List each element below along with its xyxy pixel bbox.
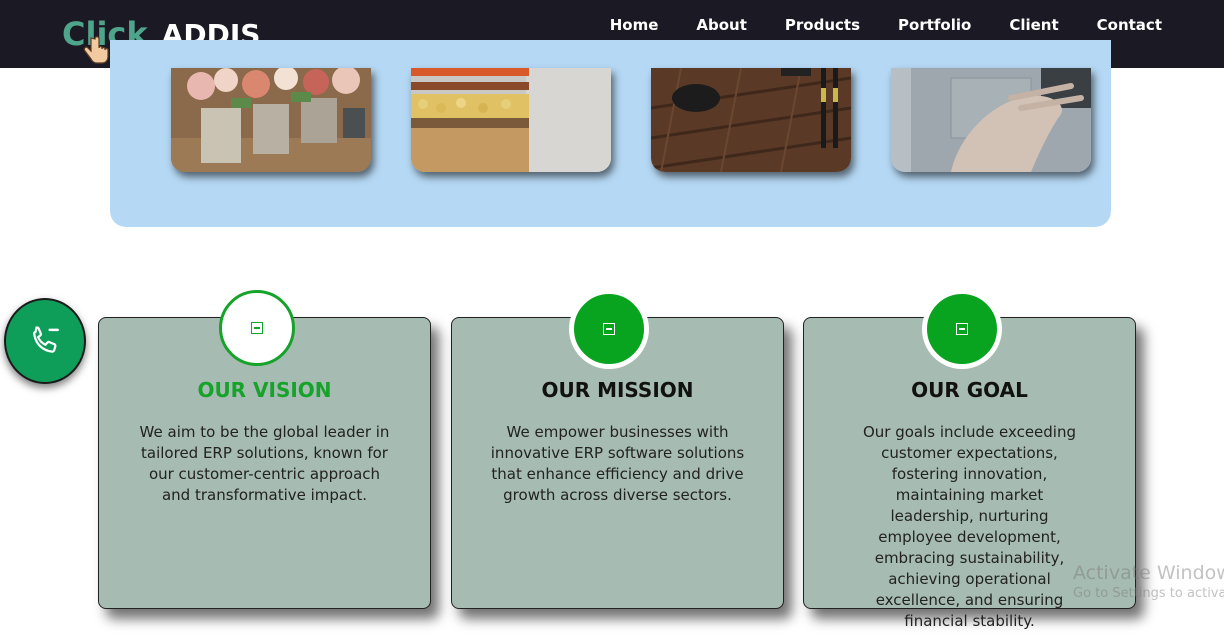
windows-activation-watermark: Activate Windows Go to Settings to activ… — [1073, 562, 1224, 601]
nav-home[interactable]: Home — [610, 16, 659, 34]
gym-floor-photo — [651, 68, 851, 172]
nav-client[interactable]: Client — [1009, 16, 1058, 34]
laptop-typing-photo — [891, 68, 1091, 172]
nav-contact[interactable]: Contact — [1097, 16, 1162, 34]
minus-square-icon — [956, 323, 968, 335]
nav-portfolio[interactable]: Portfolio — [898, 16, 971, 34]
watermark-subtitle: Go to Settings to activate Windows. — [1073, 586, 1224, 601]
main-nav: Home About Products Portfolio Client Con… — [572, 16, 1162, 34]
mission-text: We empower businesses with innovative ER… — [490, 423, 745, 504]
mission-title: OUR MISSION — [541, 378, 694, 402]
minus-square-icon — [603, 323, 615, 335]
mission-badge — [569, 289, 649, 369]
minus-square-icon — [251, 322, 263, 334]
vision-title: OUR VISION — [197, 378, 332, 402]
market-produce-photo — [411, 68, 611, 172]
phone-icon — [33, 326, 59, 353]
goal-badge — [922, 289, 1002, 369]
pointer-hand-icon — [83, 36, 109, 64]
vision-badge — [219, 290, 295, 366]
watermark-title: Activate Windows — [1073, 562, 1224, 584]
call-button[interactable] — [4, 298, 86, 384]
flower-stall-photo — [171, 68, 371, 172]
goal-title: OUR GOAL — [911, 378, 1028, 402]
vision-text: We aim to be the global leader in tailor… — [139, 423, 390, 504]
nav-about[interactable]: About — [696, 16, 747, 34]
nav-products[interactable]: Products — [785, 16, 860, 34]
